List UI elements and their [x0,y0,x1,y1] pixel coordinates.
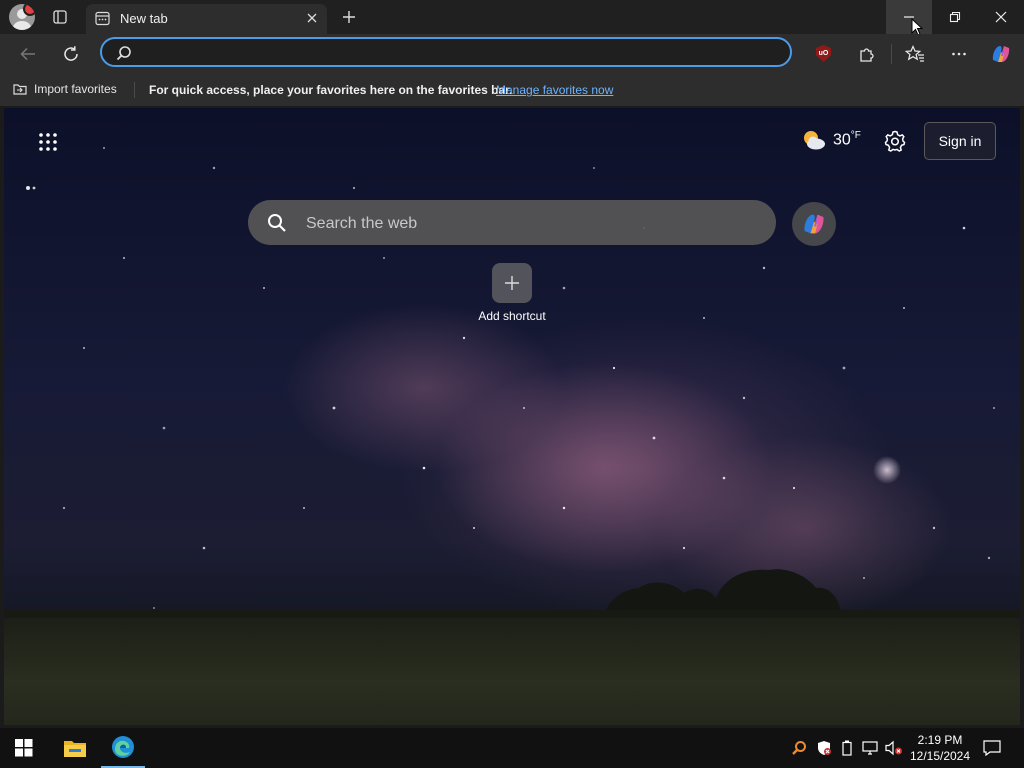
more-options-icon[interactable] [945,40,973,68]
minimize-button[interactable] [886,0,932,34]
manage-favorites-link[interactable]: Manage favorites now [496,83,613,97]
new-tab-favicon-icon [95,11,110,26]
volume-muted-tray-icon[interactable] [883,728,905,768]
weather-widget[interactable]: 30°F [801,128,861,152]
import-favorites-button[interactable]: Import favorites [12,82,117,96]
taskbar-clock[interactable]: 2:19 PM 12/15/2024 [905,732,975,764]
favorites-divider [134,82,135,98]
partly-cloudy-icon [801,128,827,152]
windows-taskbar: 2:19 PM 12/15/2024 [0,728,1024,768]
tab-new-tab[interactable]: New tab [86,4,327,34]
favorites-button[interactable] [901,40,929,68]
weather-temperature: 30°F [833,130,861,149]
battery-tray-icon[interactable] [837,728,857,768]
favorites-bar-message: For quick access, place your favorites h… [149,83,513,97]
clock-time: 2:19 PM [917,733,963,747]
new-tab-page: 30°F Sign in Add shortcut [4,108,1020,725]
extensions-button[interactable] [853,40,881,68]
tab-actions-icon[interactable] [47,6,73,28]
tree-silhouette [4,569,1020,628]
copilot-button[interactable] [792,202,836,246]
network-tray-icon[interactable] [859,728,881,768]
taskbar-edge[interactable] [101,728,145,768]
address-bar[interactable] [100,37,792,67]
copilot-icon [800,210,828,238]
ublock-origin-extension-icon[interactable]: uO [816,45,831,62]
new-tab-button[interactable] [338,6,360,28]
weather-temp-unit: °F [850,130,861,142]
close-window-button[interactable] [978,0,1024,34]
grass-field [4,618,1020,725]
title-bar: New tab [0,0,1024,36]
plus-icon [492,263,532,303]
search-tray-icon[interactable] [788,728,810,768]
security-shield-tray-icon[interactable] [813,728,835,768]
edge-icon [111,735,135,759]
refresh-button[interactable] [57,40,85,68]
add-shortcut-label: Add shortcut [478,309,546,323]
sign-in-button[interactable]: Sign in [924,122,996,160]
weather-temp-value: 30 [833,131,851,149]
restore-button[interactable] [932,0,978,34]
web-search-input[interactable] [304,212,748,236]
import-favorites-icon [12,82,28,96]
clock-date: 12/15/2024 [909,749,971,763]
import-favorites-label: Import favorites [34,82,117,96]
tab-title: New tab [120,11,168,26]
toolbar: uO [0,34,1024,74]
search-icon [116,45,132,61]
profile-avatar[interactable] [9,4,35,30]
taskbar-file-explorer[interactable] [53,728,97,768]
search-icon [267,213,287,233]
tab-close-icon[interactable] [305,11,319,25]
apps-launcher-icon[interactable] [38,132,58,152]
back-button[interactable] [14,40,42,68]
web-search-box[interactable] [248,200,776,245]
copilot-icon[interactable] [987,40,1015,68]
action-center-icon[interactable] [978,728,1006,768]
address-input[interactable] [144,43,748,63]
add-shortcut-button[interactable]: Add shortcut [472,263,552,323]
toolbar-divider [891,44,892,64]
windows-logo-icon [15,739,33,757]
page-settings-gear-icon[interactable] [883,129,907,153]
favorites-bar: Import favorites For quick access, place… [0,74,1024,106]
start-button[interactable] [0,728,48,768]
file-explorer-icon [63,738,87,758]
